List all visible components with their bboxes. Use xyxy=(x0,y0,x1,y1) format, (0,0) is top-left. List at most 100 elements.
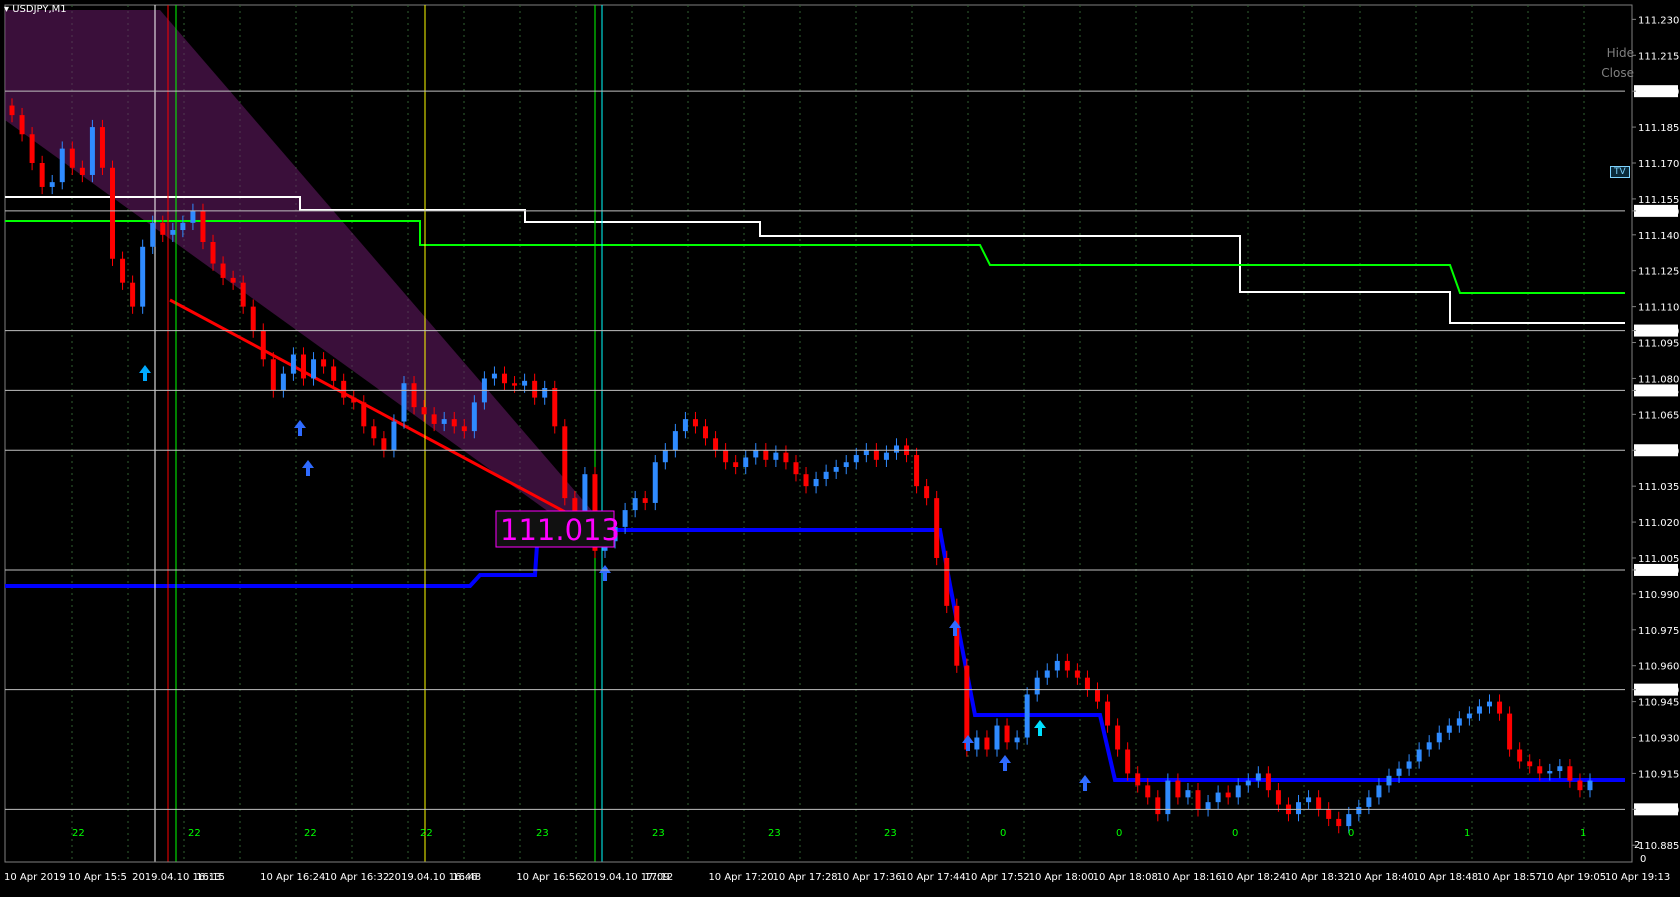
candle-body xyxy=(1105,701,1111,726)
candle-body xyxy=(1135,773,1141,786)
candle-body xyxy=(1245,780,1251,786)
x-tick-label: 10 Apr 19:05 xyxy=(1541,872,1606,883)
candle-body xyxy=(19,115,25,135)
price-chart[interactable]: 111.230 111.215 111.200 111.185 111.170 111.1… xyxy=(0,0,1680,897)
candle-body xyxy=(1044,670,1050,678)
counter-label: 0 xyxy=(1000,828,1006,839)
y-tick-label: 111.170 xyxy=(1638,159,1679,170)
candle-body xyxy=(1386,775,1392,786)
candle-body xyxy=(1125,749,1131,774)
candle-body xyxy=(1074,670,1080,678)
candle-body xyxy=(1316,797,1322,810)
candle-body xyxy=(140,246,146,307)
candle-body xyxy=(994,725,1000,750)
candle-body xyxy=(1376,785,1382,798)
candle-body xyxy=(1456,718,1462,726)
candle-body xyxy=(39,162,45,187)
y-tick-label: 111.100 xyxy=(1638,327,1679,338)
dropdown-icon[interactable]: ▾ xyxy=(4,4,9,15)
candle-body xyxy=(381,438,387,451)
y-tick-label: 110.885 xyxy=(1638,841,1679,852)
x-tick-label: 10 Apr 2019 xyxy=(4,872,66,883)
candle-body xyxy=(833,467,839,472)
x-tick-label: 10 Apr 17:36 xyxy=(837,872,902,883)
counter-label: 23 xyxy=(652,828,665,839)
symbol-label: USDJPY,M1 xyxy=(12,4,67,15)
candle-body xyxy=(1195,790,1201,810)
candle-body xyxy=(1225,792,1231,798)
candle-body xyxy=(1396,768,1402,776)
x-tick-label: 10 Apr 18:16 xyxy=(1157,872,1222,883)
x-tick-label: 10 Apr 17:52 xyxy=(965,872,1030,883)
candle-body xyxy=(1185,790,1191,798)
y-tick-label: 111.215 xyxy=(1638,51,1679,62)
y-tick-label: 111.000 xyxy=(1638,566,1679,577)
candle-body xyxy=(471,402,477,432)
candle-body xyxy=(1004,725,1010,743)
candle-body xyxy=(1486,701,1492,707)
candle-body xyxy=(1547,771,1553,774)
tv-badge[interactable]: TV xyxy=(1610,166,1630,178)
counter-label: 22 xyxy=(420,828,433,839)
candle-body xyxy=(1426,742,1432,750)
candle-body xyxy=(552,388,558,427)
candle-body xyxy=(1557,766,1563,772)
candle-body xyxy=(914,455,920,487)
candle-body xyxy=(210,241,216,264)
candle-body xyxy=(1406,761,1412,769)
y-tick-label: 110.915 xyxy=(1638,769,1679,780)
x-tick-label: 10 Apr 18:08 xyxy=(1093,872,1158,883)
candle-body xyxy=(280,373,286,391)
hide-button[interactable]: Hide xyxy=(1607,46,1634,60)
candle-body xyxy=(29,134,35,163)
candle-body xyxy=(632,498,638,511)
x-tick-label: 16:48 xyxy=(452,872,481,883)
candle-body xyxy=(753,450,759,458)
candle-body xyxy=(1366,797,1372,807)
candle-body xyxy=(1346,814,1352,827)
candle-body xyxy=(230,277,236,283)
close-button[interactable]: Close xyxy=(1601,66,1634,80)
candle-body xyxy=(300,354,306,379)
counter-label: 0 xyxy=(1232,828,1238,839)
y-tick-label: 111.095 xyxy=(1638,339,1679,350)
x-tick-label: 10 Apr 18:24 xyxy=(1221,872,1286,883)
candle-body xyxy=(793,462,799,475)
y-tick-label: 110.900 xyxy=(1638,805,1679,816)
candle-body xyxy=(69,148,75,168)
candle-body xyxy=(311,359,317,379)
axis-indicator-bottom: 0 xyxy=(1640,854,1646,865)
y-tick-label: 110.960 xyxy=(1638,662,1679,673)
candle-body xyxy=(1084,677,1090,690)
candle-body xyxy=(270,359,276,391)
y-tick-label: 110.975 xyxy=(1638,626,1679,637)
x-tick-label: 10 Apr 16:24 xyxy=(260,872,325,883)
candle-body xyxy=(1064,660,1070,671)
y-tick-label: 111.050 xyxy=(1638,446,1679,457)
y-tick-label: 111.230 xyxy=(1638,15,1679,26)
y-tick-label: 110.945 xyxy=(1638,698,1679,709)
candle-body xyxy=(863,450,869,456)
x-tick-label: 10 Apr 16:32 xyxy=(324,872,389,883)
candle-body xyxy=(984,737,990,750)
price-callout: 111.013 xyxy=(500,513,620,547)
candle-body xyxy=(1306,797,1312,803)
candle-body xyxy=(1497,701,1503,714)
candle-body xyxy=(79,167,85,175)
candle-body xyxy=(1336,818,1342,827)
candle-body xyxy=(1436,732,1442,743)
candle-body xyxy=(672,431,678,451)
candle-body xyxy=(1215,792,1221,803)
candle-body xyxy=(1356,806,1362,815)
counter-label: 0 xyxy=(1348,828,1354,839)
candle-body xyxy=(1145,785,1151,798)
candle-body xyxy=(1275,790,1281,805)
candle-body xyxy=(501,373,507,384)
candle-body xyxy=(542,388,548,398)
y-tick-label: 111.075 xyxy=(1638,386,1679,397)
candle-body xyxy=(441,419,447,424)
y-tick-label: 110.930 xyxy=(1638,734,1679,745)
candle-body xyxy=(562,426,568,499)
axis-indicator-top: 2 xyxy=(1634,840,1640,851)
x-tick-label: 10 Apr 17:28 xyxy=(772,872,837,883)
